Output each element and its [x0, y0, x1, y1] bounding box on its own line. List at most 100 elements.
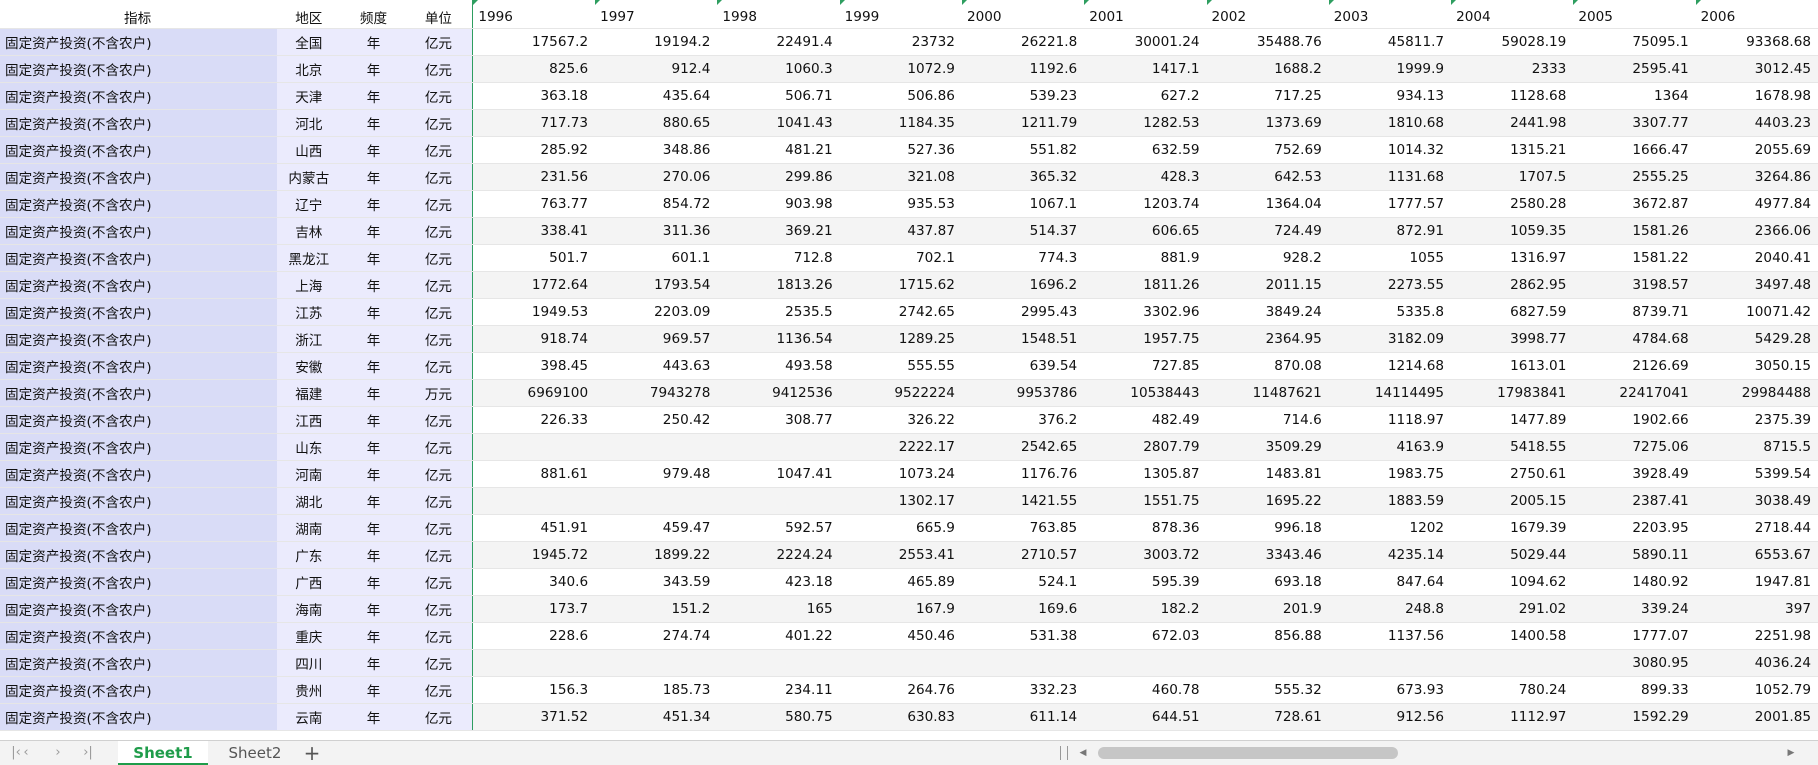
cell-value[interactable]: 9522224	[839, 379, 962, 407]
cell-value[interactable]: 1772.64	[472, 271, 596, 299]
cell-value[interactable]: 26221.8	[961, 28, 1085, 56]
cell-unit[interactable]: 亿元	[406, 325, 474, 353]
cell-unit[interactable]: 亿元	[406, 163, 474, 191]
cell-value[interactable]: 1707.5	[1451, 163, 1574, 191]
cell-value[interactable]: 4235.14	[1328, 541, 1452, 569]
cell-value[interactable]: 727.85	[1084, 352, 1207, 380]
cell-value[interactable]: 369.21	[717, 217, 840, 245]
cell-frequency[interactable]: 年	[342, 487, 407, 515]
cell-value[interactable]: 8739.71	[1573, 298, 1696, 326]
cell-value[interactable]: 1813.26	[717, 271, 840, 299]
cell-indicator[interactable]: 固定资产投资(不含农户)	[0, 352, 278, 380]
cell-value[interactable]: 231.56	[472, 163, 596, 191]
cell-value[interactable]: 872.91	[1328, 217, 1452, 245]
cell-value[interactable]: 878.36	[1084, 514, 1207, 542]
cell-value[interactable]: 1282.53	[1084, 109, 1207, 137]
cell-value[interactable]: 702.1	[839, 244, 962, 272]
cell-unit[interactable]: 亿元	[406, 109, 474, 137]
cell-value[interactable]: 5429.28	[1695, 325, 1818, 353]
cell-indicator[interactable]: 固定资产投资(不含农户)	[0, 325, 278, 353]
cell-frequency[interactable]: 年	[342, 622, 407, 650]
cell-unit[interactable]: 亿元	[406, 568, 474, 596]
cell-indicator[interactable]: 固定资产投资(不含农户)	[0, 271, 278, 299]
cell-value[interactable]: 899.33	[1573, 676, 1696, 704]
cell-indicator[interactable]: 固定资产投资(不含农户)	[0, 244, 278, 272]
cell-value[interactable]: 2011.15	[1206, 271, 1329, 299]
cell-unit[interactable]: 亿元	[406, 460, 474, 488]
cell-frequency[interactable]: 年	[342, 514, 407, 542]
header-year[interactable]: 2004	[1451, 0, 1574, 29]
cell-value[interactable]: 2387.41	[1573, 487, 1696, 515]
cell-value[interactable]: 326.22	[839, 406, 962, 434]
cell-value[interactable]: 19194.2	[595, 28, 718, 56]
cell-value[interactable]: 93368.68	[1695, 28, 1818, 56]
header-unit[interactable]: 单位	[406, 0, 474, 29]
cell-indicator[interactable]: 固定资产投资(不含农户)	[0, 676, 278, 704]
header-year[interactable]: 2002	[1206, 0, 1329, 29]
cell-region[interactable]: 全国	[277, 28, 343, 56]
cell-frequency[interactable]: 年	[342, 649, 407, 677]
cell-indicator[interactable]: 固定资产投资(不含农户)	[0, 649, 278, 677]
cell-region[interactable]: 广西	[277, 568, 343, 596]
cell-value[interactable]: 2742.65	[839, 298, 962, 326]
cell-indicator[interactable]: 固定资产投资(不含农户)	[0, 541, 278, 569]
cell-value[interactable]: 714.6	[1206, 406, 1329, 434]
cell-value[interactable]: 1059.35	[1451, 217, 1574, 245]
header-year[interactable]: 2005	[1573, 0, 1696, 29]
cell-value[interactable]: 1679.39	[1451, 514, 1574, 542]
cell-value[interactable]: 1176.76	[961, 460, 1085, 488]
cell-value[interactable]: 763.77	[472, 190, 596, 218]
cell-unit[interactable]: 亿元	[406, 352, 474, 380]
cell-value[interactable]: 2553.41	[839, 541, 962, 569]
cell-value[interactable]: 642.53	[1206, 163, 1329, 191]
cell-value[interactable]: 165	[717, 595, 840, 623]
cell-unit[interactable]: 亿元	[406, 514, 474, 542]
cell-region[interactable]: 贵州	[277, 676, 343, 704]
cell-value[interactable]: 1949.53	[472, 298, 596, 326]
cell-value[interactable]: 2542.65	[961, 433, 1085, 461]
cell-value[interactable]: 428.3	[1084, 163, 1207, 191]
cell-value[interactable]: 2375.39	[1695, 406, 1818, 434]
cell-value[interactable]: 340.6	[472, 568, 596, 596]
prev-sheet-icon[interactable]: ‹	[14, 744, 38, 762]
cell-value[interactable]: 825.6	[472, 55, 596, 83]
cell-value[interactable]: 501.7	[472, 244, 596, 272]
cell-value[interactable]: 1112.97	[1451, 703, 1574, 731]
cell-value[interactable]: 1118.97	[1328, 406, 1452, 434]
cell-value[interactable]: 531.38	[961, 622, 1085, 650]
cell-indicator[interactable]: 固定资产投资(不含农户)	[0, 82, 278, 110]
cell-value[interactable]	[472, 649, 596, 677]
cell-value[interactable]	[1206, 649, 1329, 677]
cell-value[interactable]: 1072.9	[839, 55, 962, 83]
cell-value[interactable]: 4784.68	[1573, 325, 1696, 353]
cell-region[interactable]: 辽宁	[277, 190, 343, 218]
cell-value[interactable]: 539.23	[961, 82, 1085, 110]
cell-value[interactable]: 2203.09	[595, 298, 718, 326]
cell-region[interactable]: 吉林	[277, 217, 343, 245]
cell-value[interactable]: 3198.57	[1573, 271, 1696, 299]
cell-value[interactable]: 30001.24	[1084, 28, 1207, 56]
cell-value[interactable]: 639.54	[961, 352, 1085, 380]
cell-value[interactable]: 308.77	[717, 406, 840, 434]
cell-value[interactable]: 514.37	[961, 217, 1085, 245]
cell-value[interactable]: 1811.26	[1084, 271, 1207, 299]
cell-value[interactable]: 459.47	[595, 514, 718, 542]
cell-value[interactable]: 3928.49	[1573, 460, 1696, 488]
cell-value[interactable]: 343.59	[595, 568, 718, 596]
cell-value[interactable]: 339.24	[1573, 595, 1696, 623]
cell-frequency[interactable]: 年	[342, 55, 407, 83]
cell-unit[interactable]: 亿元	[406, 433, 474, 461]
cell-value[interactable]: 5335.8	[1328, 298, 1452, 326]
cell-value[interactable]: 1014.32	[1328, 136, 1452, 164]
cell-unit[interactable]: 亿元	[406, 541, 474, 569]
cell-indicator[interactable]: 固定资产投资(不含农户)	[0, 460, 278, 488]
cell-indicator[interactable]: 固定资产投资(不含农户)	[0, 163, 278, 191]
cell-value[interactable]: 1883.59	[1328, 487, 1452, 515]
cell-value[interactable]: 881.61	[472, 460, 596, 488]
cell-value[interactable]: 3264.86	[1695, 163, 1818, 191]
horizontal-scrollbar[interactable]	[1092, 747, 1782, 759]
header-year[interactable]: 2000	[961, 0, 1085, 29]
cell-value[interactable]: 9953786	[961, 379, 1085, 407]
cell-region[interactable]: 黑龙江	[277, 244, 343, 272]
cell-value[interactable]: 35488.76	[1206, 28, 1329, 56]
